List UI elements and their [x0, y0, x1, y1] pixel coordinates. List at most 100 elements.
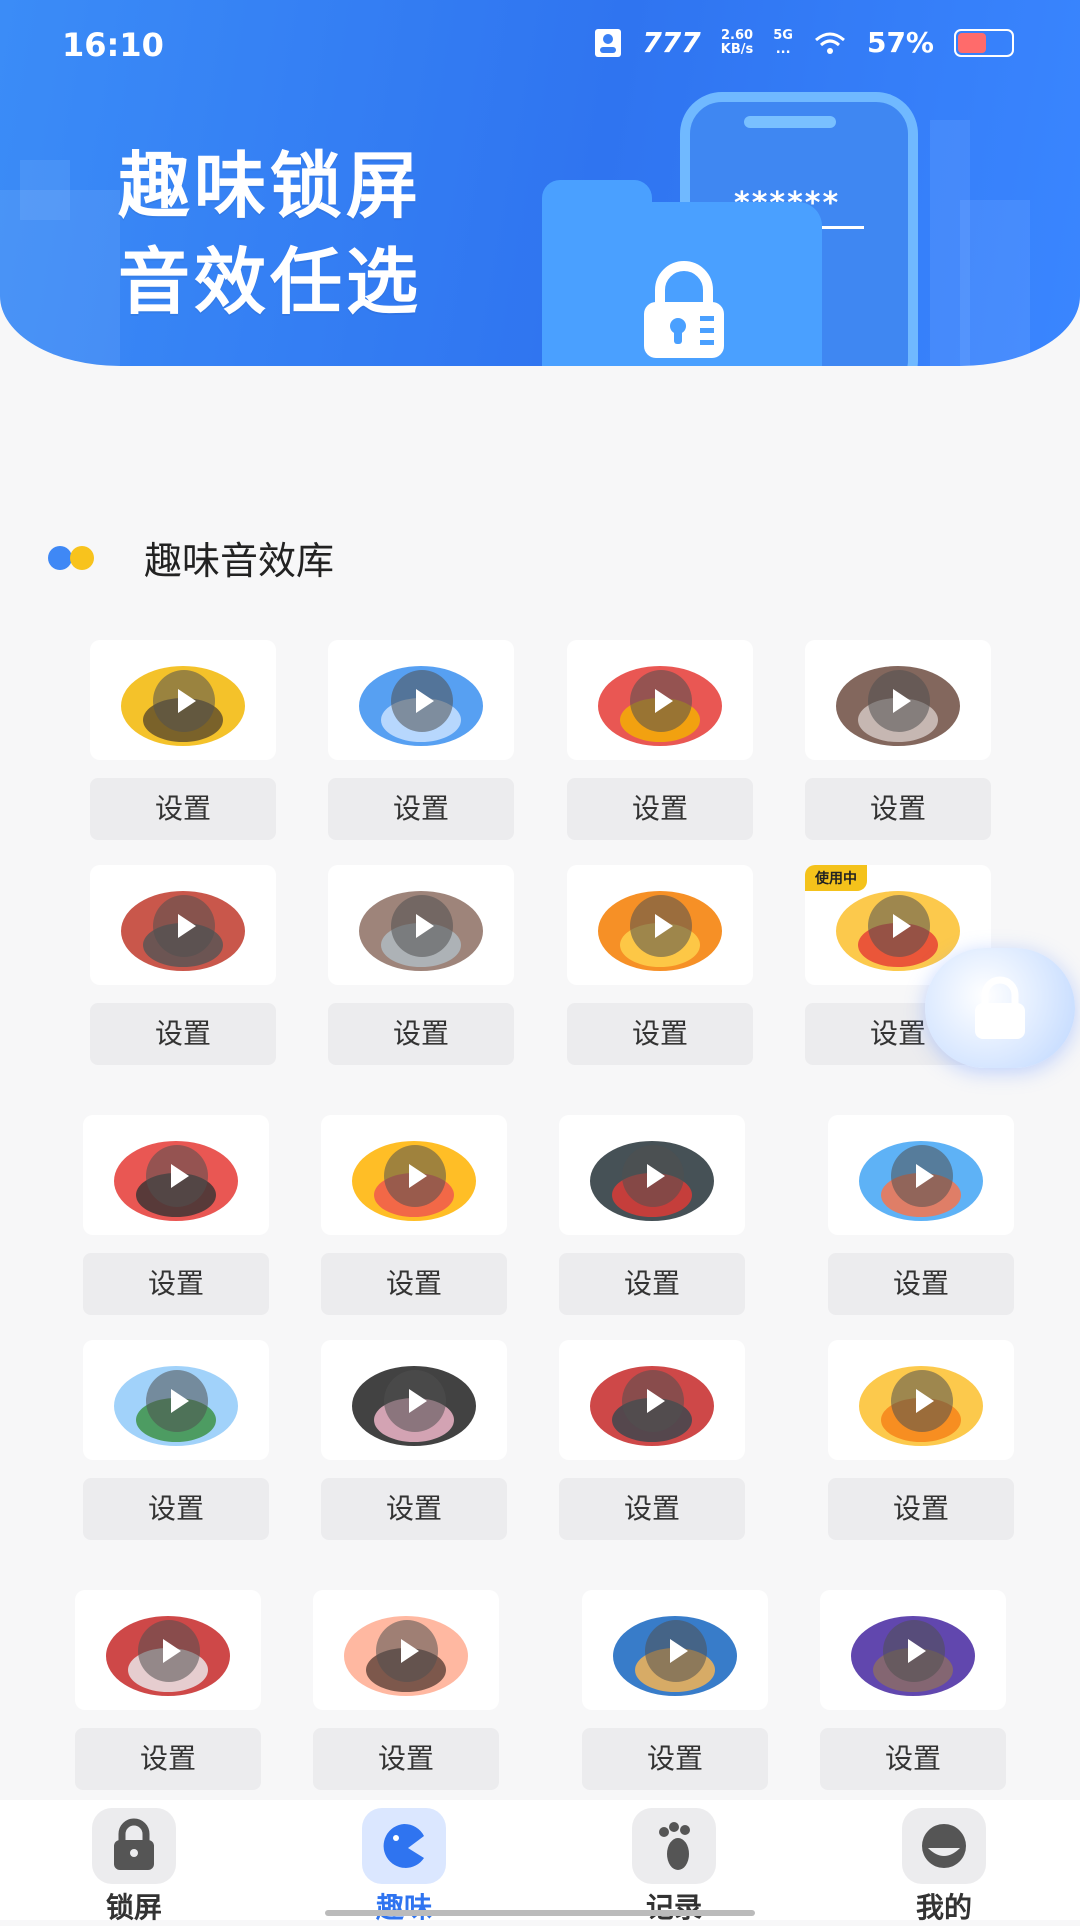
- play-icon[interactable]: [645, 1620, 707, 1682]
- sound-thumbnail[interactable]: [559, 1340, 745, 1460]
- home-indicator: [325, 1910, 755, 1916]
- sound-card: 设置: [321, 1340, 507, 1540]
- status-bar: 16:10 777 2.60 KB/s 5G ... 57%: [0, 0, 1080, 90]
- footprint-icon: [659, 1822, 690, 1870]
- play-icon[interactable]: [153, 670, 215, 732]
- sound-thumbnail[interactable]: [828, 1340, 1014, 1460]
- lock-icon: [975, 976, 1025, 1039]
- set-sound-button[interactable]: 设置: [559, 1253, 745, 1315]
- sound-thumbnail[interactable]: [83, 1115, 269, 1235]
- sound-thumbnail[interactable]: [321, 1340, 507, 1460]
- contact-card-icon: [595, 28, 622, 57]
- play-icon[interactable]: [391, 670, 453, 732]
- tab-label: 记录: [645, 1891, 702, 1924]
- set-sound-button[interactable]: 设置: [90, 1003, 276, 1065]
- sound-thumbnail[interactable]: [559, 1115, 745, 1235]
- sound-card: 设置: [805, 640, 991, 840]
- sound-thumbnail[interactable]: [567, 640, 753, 760]
- set-sound-button[interactable]: 设置: [567, 778, 753, 840]
- sound-card: 设置: [321, 1115, 507, 1315]
- set-sound-button[interactable]: 设置: [75, 1728, 261, 1790]
- sound-card: 设置: [313, 1590, 499, 1790]
- set-sound-button[interactable]: 设置: [805, 778, 991, 840]
- play-icon[interactable]: [153, 895, 215, 957]
- sound-thumbnail[interactable]: [805, 640, 991, 760]
- play-icon[interactable]: [622, 1370, 684, 1432]
- sound-card: 设置: [75, 1590, 261, 1790]
- sound-card: 设置: [328, 865, 514, 1065]
- sound-card: 设置: [567, 640, 753, 840]
- sound-card: 设置: [820, 1590, 1006, 1790]
- tab-mine[interactable]: 我的: [874, 1808, 1014, 1926]
- set-sound-button[interactable]: 设置: [828, 1478, 1014, 1540]
- section-dots-icon: [48, 543, 108, 573]
- set-sound-button[interactable]: 设置: [321, 1478, 507, 1540]
- tab-lock-screen[interactable]: 锁屏: [64, 1808, 204, 1926]
- set-sound-button[interactable]: 设置: [582, 1728, 768, 1790]
- play-icon[interactable]: [630, 895, 692, 957]
- play-icon[interactable]: [138, 1620, 200, 1682]
- sound-thumbnail[interactable]: [828, 1115, 1014, 1235]
- network-type: 5G ...: [773, 27, 793, 57]
- sound-card: 设置: [567, 865, 753, 1065]
- tab-fun[interactable]: 趣味: [334, 1808, 474, 1926]
- sound-thumbnail[interactable]: [90, 865, 276, 985]
- play-icon[interactable]: [146, 1145, 208, 1207]
- sound-card: 设置: [828, 1115, 1014, 1315]
- play-icon[interactable]: [891, 1370, 953, 1432]
- set-sound-button[interactable]: 设置: [90, 778, 276, 840]
- set-sound-button[interactable]: 设置: [559, 1478, 745, 1540]
- sound-card: 设置: [83, 1115, 269, 1315]
- tab-label: 我的: [915, 1891, 972, 1924]
- play-icon[interactable]: [622, 1145, 684, 1207]
- sound-card: 设置: [828, 1340, 1014, 1540]
- bottom-tab-bar: 锁屏 趣味 记录 我的: [0, 1800, 1080, 1924]
- banner-title-line1: 趣味锁屏: [118, 144, 423, 228]
- set-sound-button[interactable]: 设置: [828, 1253, 1014, 1315]
- play-icon[interactable]: [891, 1145, 953, 1207]
- set-sound-button[interactable]: 设置: [820, 1728, 1006, 1790]
- set-sound-button[interactable]: 设置: [567, 1003, 753, 1065]
- section-header: 趣味音效库: [48, 530, 334, 585]
- set-sound-button[interactable]: 设置: [83, 1478, 269, 1540]
- sound-thumbnail[interactable]: [313, 1590, 499, 1710]
- set-sound-button[interactable]: 设置: [83, 1253, 269, 1315]
- sound-card: 设置: [90, 640, 276, 840]
- play-icon[interactable]: [883, 1620, 945, 1682]
- section-title: 趣味音效库: [144, 539, 335, 583]
- tab-records[interactable]: 记录: [604, 1808, 744, 1926]
- set-sound-button[interactable]: 设置: [313, 1728, 499, 1790]
- sound-card: 设置: [559, 1115, 745, 1315]
- banner-title-line2: 音效任选: [118, 240, 423, 324]
- sound-thumbnail[interactable]: [567, 865, 753, 985]
- play-icon[interactable]: [868, 670, 930, 732]
- tab-label: 趣味: [375, 1891, 432, 1924]
- play-icon[interactable]: [146, 1370, 208, 1432]
- play-icon[interactable]: [384, 1370, 446, 1432]
- profile-icon: [922, 1824, 966, 1868]
- sound-card: 设置: [83, 1340, 269, 1540]
- sound-thumbnail[interactable]: [75, 1590, 261, 1710]
- play-icon[interactable]: [384, 1145, 446, 1207]
- play-icon[interactable]: [391, 895, 453, 957]
- lock-icon: [114, 1818, 154, 1870]
- set-sound-button[interactable]: 设置: [321, 1253, 507, 1315]
- sound-thumbnail[interactable]: [582, 1590, 768, 1710]
- sound-card: 设置: [582, 1590, 768, 1790]
- in-use-badge: 使用中: [805, 865, 867, 891]
- sound-thumbnail[interactable]: [83, 1340, 269, 1460]
- set-sound-button[interactable]: 设置: [328, 778, 514, 840]
- sound-thumbnail[interactable]: [328, 865, 514, 985]
- set-sound-button[interactable]: 设置: [328, 1003, 514, 1065]
- sound-thumbnail[interactable]: [328, 640, 514, 760]
- sound-card: 设置: [90, 865, 276, 1065]
- sound-thumbnail[interactable]: [321, 1115, 507, 1235]
- play-icon[interactable]: [376, 1620, 438, 1682]
- play-icon[interactable]: [868, 895, 930, 957]
- sound-thumbnail[interactable]: [820, 1590, 1006, 1710]
- carrier-text: 777: [642, 26, 701, 59]
- floating-lock-button[interactable]: [925, 948, 1075, 1068]
- play-icon[interactable]: [630, 670, 692, 732]
- tab-label: 锁屏: [105, 1891, 162, 1924]
- sound-thumbnail[interactable]: [90, 640, 276, 760]
